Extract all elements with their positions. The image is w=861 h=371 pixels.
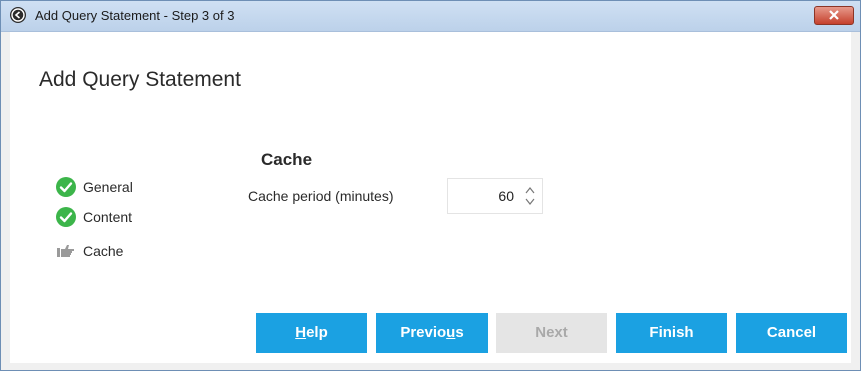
- check-circle-icon: [56, 207, 76, 227]
- window-title: Add Query Statement - Step 3 of 3: [35, 8, 235, 23]
- thumbs-up-pointer-icon: [57, 245, 74, 257]
- app-logo-icon: [10, 7, 26, 23]
- close-icon: [829, 10, 839, 20]
- cache-period-stepper[interactable]: 60: [447, 178, 543, 214]
- cache-period-label: Cache period (minutes): [248, 188, 394, 204]
- next-button[interactable]: Next: [496, 313, 607, 353]
- check-circle-icon: [56, 177, 76, 197]
- previous-mnemonic: u: [446, 324, 456, 341]
- cache-period-value[interactable]: 60: [498, 188, 514, 204]
- help-button[interactable]: Help: [256, 313, 367, 353]
- dialog-window: Add Query Statement - Step 3 of 3 Add Qu…: [0, 0, 861, 371]
- step-label: Cache: [83, 243, 124, 259]
- previous-label-start: Previo: [400, 324, 447, 341]
- help-label-rest: elp: [306, 324, 328, 341]
- section-title: Cache: [261, 150, 313, 169]
- step-label: General: [83, 179, 133, 195]
- previous-button[interactable]: Previous: [376, 313, 488, 353]
- step-label: Content: [83, 209, 133, 225]
- title-bar[interactable]: Add Query Statement - Step 3 of 3: [1, 1, 860, 32]
- help-mnemonic: H: [295, 324, 307, 341]
- close-button[interactable]: [814, 6, 854, 25]
- spin-arrows-icon[interactable]: [524, 185, 536, 207]
- dialog-heading: Add Query Statement: [39, 68, 241, 91]
- finish-button[interactable]: Finish: [616, 313, 727, 353]
- previous-label-rest: s: [455, 324, 464, 341]
- cancel-button[interactable]: Cancel: [736, 313, 847, 353]
